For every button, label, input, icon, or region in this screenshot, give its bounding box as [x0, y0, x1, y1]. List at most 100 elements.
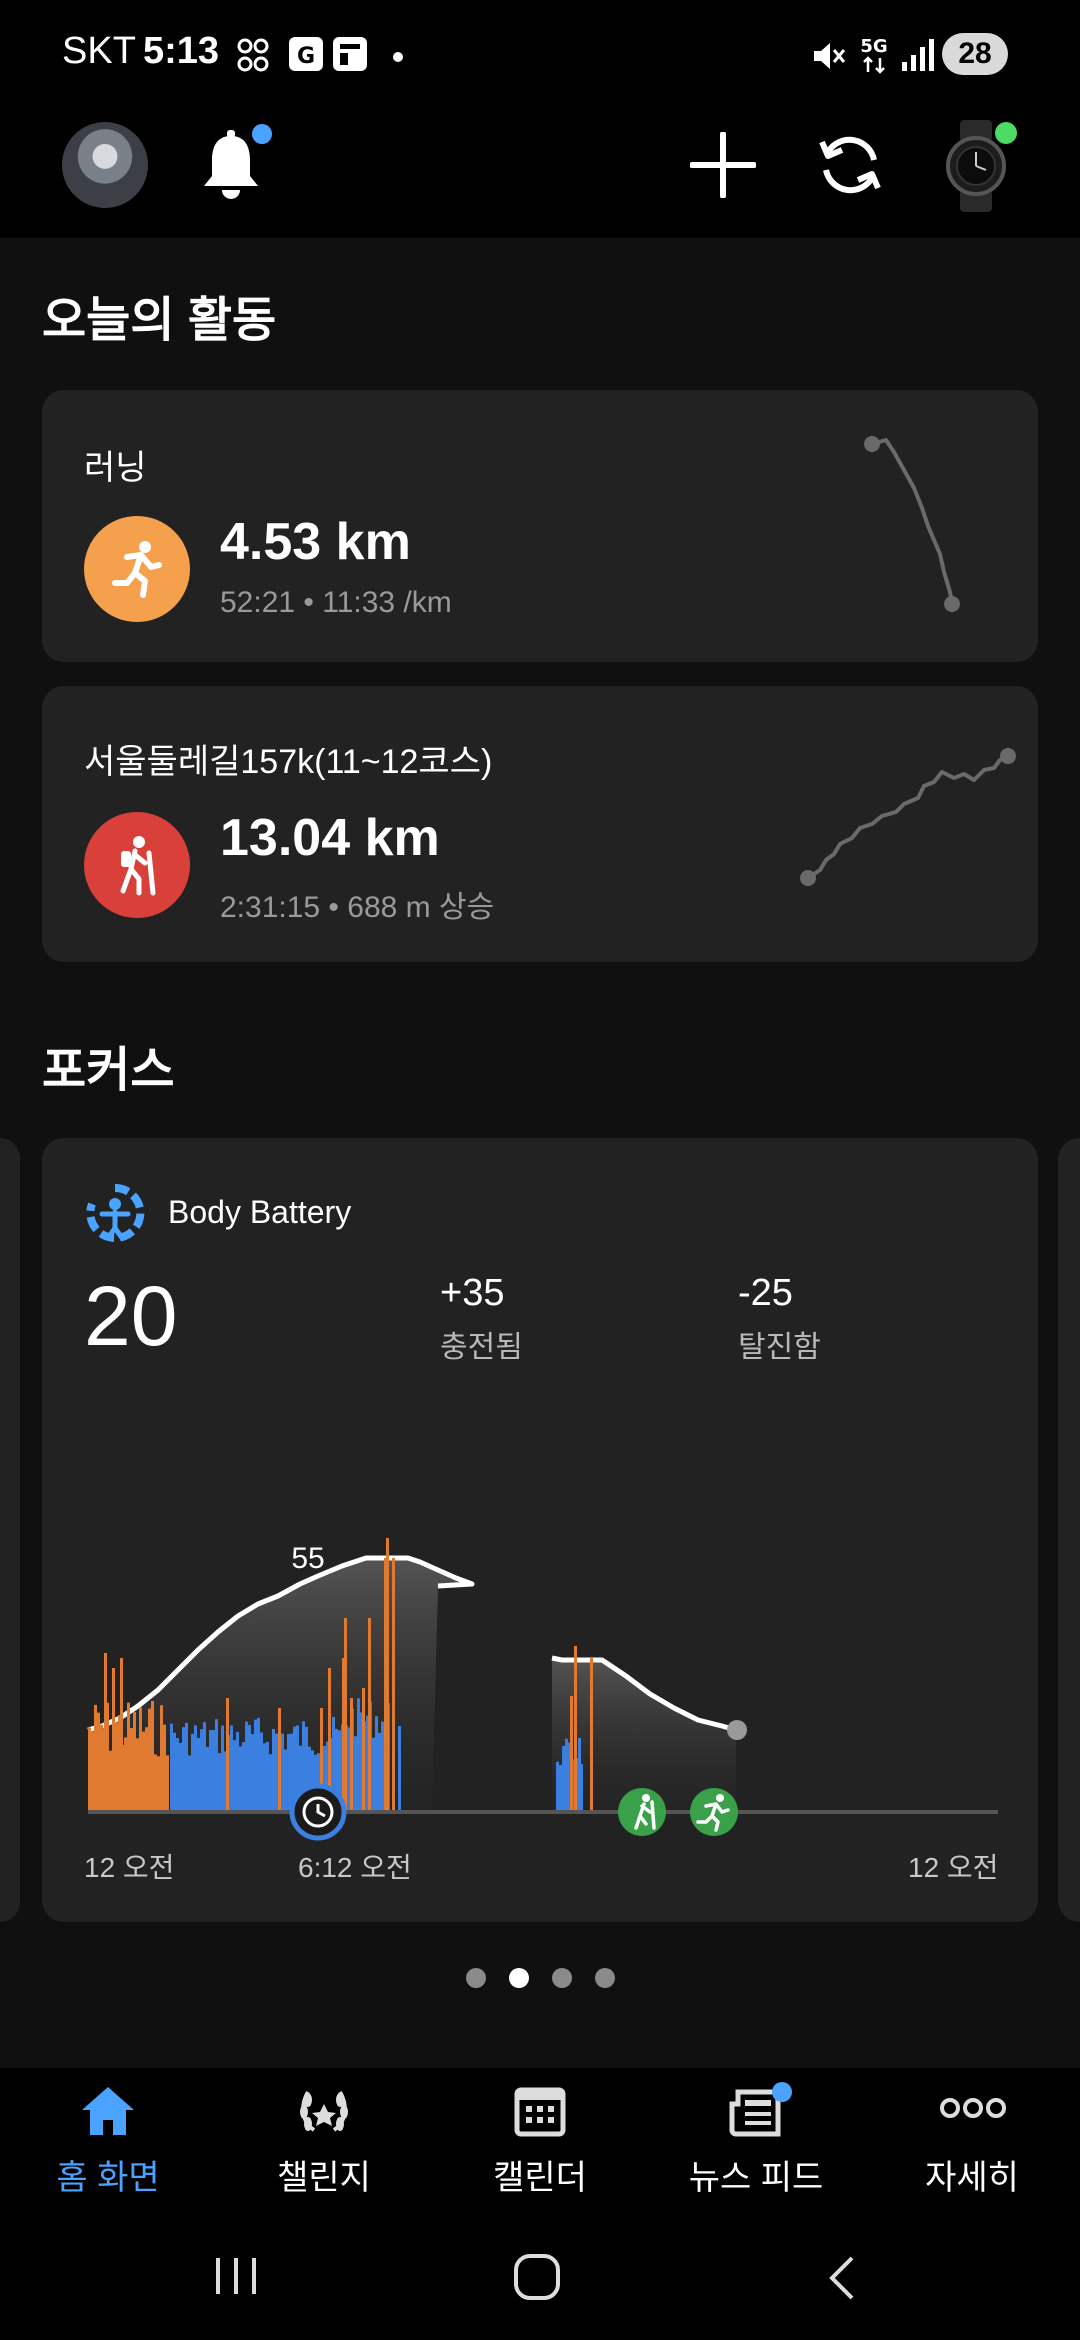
body-battery-card[interactable]: Body Battery 20 +35 충전됨 -25 탈진함 55 12 오전… — [42, 1138, 1038, 1922]
nav-calendar[interactable]: 캘린더 — [432, 2068, 648, 2198]
stress-bar — [194, 1725, 197, 1812]
nav-home[interactable]: 홈 화면 — [0, 2068, 216, 2198]
recent-apps-icon[interactable] — [212, 2254, 260, 2298]
stress-bar — [160, 1705, 163, 1812]
status-carrier: SKT — [62, 30, 136, 72]
pager-dot-active[interactable] — [509, 1968, 529, 1988]
stress-bar — [248, 1724, 251, 1812]
stress-bar — [127, 1702, 130, 1812]
body-battery-chart[interactable]: 55 — [42, 1138, 1038, 1922]
x-axis-label-start: 12 오전 — [84, 1852, 175, 1883]
stress-bar — [218, 1753, 221, 1812]
stress-bar — [344, 1618, 347, 1812]
home-button-icon[interactable] — [512, 2252, 564, 2302]
activity-card-run[interactable]: 러닝 4.53 km 52:21 • 11:33 /km — [42, 390, 1038, 662]
pager-dot[interactable] — [595, 1968, 615, 1988]
stress-bar — [112, 1668, 115, 1812]
stress-bar — [133, 1712, 136, 1812]
activity-distance: 4.53 km — [220, 513, 411, 571]
bell-badge — [252, 124, 272, 144]
nav-news-feed[interactable]: 뉴스 피드 — [648, 2068, 864, 2198]
stress-bar — [91, 1731, 94, 1812]
stress-bar — [179, 1742, 182, 1812]
stress-bar — [562, 1745, 565, 1812]
bottom-navigation: 홈 화면 챌린지 캘린더 뉴스 피드 자세히 — [0, 2068, 1080, 2198]
activity-label: 러닝 — [84, 449, 147, 487]
stress-bar — [263, 1743, 266, 1812]
stress-bar — [182, 1727, 185, 1812]
stress-bar — [104, 1653, 107, 1812]
status-time: 5:13 — [143, 30, 220, 72]
focus-pager[interactable] — [466, 1968, 626, 1992]
stress-bar — [350, 1698, 353, 1812]
stress-bar — [251, 1734, 254, 1812]
stress-bar — [578, 1738, 581, 1812]
stress-bar — [188, 1755, 191, 1812]
stress-bar — [398, 1726, 401, 1812]
stress-bar — [354, 1736, 357, 1812]
mute-icon — [814, 43, 846, 69]
stress-bar — [173, 1732, 176, 1812]
stress-bar — [245, 1721, 248, 1812]
stress-bar — [212, 1730, 215, 1812]
nav-label-calendar: 캘린더 — [493, 2159, 587, 2197]
sync-icon[interactable] — [814, 130, 886, 200]
add-icon[interactable] — [690, 132, 756, 198]
sleep-marker[interactable] — [289, 1783, 347, 1841]
run-activity-marker[interactable] — [690, 1788, 738, 1836]
stress-bar — [94, 1704, 97, 1812]
stress-bar — [206, 1746, 209, 1812]
focus-section-title: 포커스 — [42, 1044, 175, 1097]
nav-more[interactable]: 자세히 — [864, 2068, 1080, 2198]
stress-bar — [236, 1732, 239, 1812]
nav-challenges[interactable]: 챌린지 — [216, 2068, 432, 2198]
route-map-thumbnail — [864, 436, 960, 612]
pager-dot[interactable] — [466, 1968, 486, 1988]
route-map-thumbnail — [800, 748, 1016, 886]
stress-bar — [233, 1740, 236, 1812]
back-icon[interactable] — [822, 2254, 862, 2302]
news-feed-badge — [772, 2082, 792, 2102]
stress-bar — [97, 1712, 100, 1812]
stress-bar — [381, 1721, 384, 1812]
avatar[interactable] — [62, 122, 148, 208]
stress-bar — [260, 1732, 263, 1812]
prev-focus-card-peek[interactable] — [0, 1138, 20, 1922]
stress-bar — [166, 1755, 169, 1812]
more-icon — [940, 2098, 1006, 2118]
x-axis-label-end: 12 오전 — [908, 1852, 999, 1883]
battery-level: 28 — [942, 33, 1008, 75]
activity-distance: 13.04 km — [220, 809, 440, 867]
stress-bar — [392, 1558, 395, 1812]
activity-summary: 52:21 • 11:33 /km — [220, 586, 452, 619]
stress-bar — [145, 1727, 148, 1812]
activity-card-hike[interactable]: 서울둘레길157k(11~12코스) 13.04 km 2:31:15 • 68… — [42, 686, 1038, 962]
watch-connected-dot — [995, 122, 1017, 144]
x-axis-label-sleep: 6:12 오전 — [298, 1852, 412, 1883]
stress-bar — [272, 1728, 275, 1812]
svg-text:5G: 5G — [860, 36, 887, 57]
stress-bar — [368, 1618, 371, 1812]
stress-bar — [139, 1707, 142, 1812]
next-focus-card-peek[interactable] — [1058, 1138, 1080, 1922]
stress-bar — [281, 1733, 284, 1812]
stress-bar — [378, 1732, 381, 1812]
hike-activity-marker[interactable] — [618, 1788, 666, 1836]
stress-bar — [100, 1724, 103, 1812]
stress-bar — [109, 1750, 112, 1812]
stress-bar — [590, 1658, 593, 1812]
stress-bar — [275, 1733, 278, 1812]
stress-bar — [278, 1708, 281, 1812]
stress-bar — [163, 1724, 166, 1812]
stress-bar — [230, 1725, 233, 1812]
stress-bar — [130, 1727, 133, 1812]
system-navigation-bar — [0, 2198, 1080, 2340]
nav-label-news-feed: 뉴스 피드 — [688, 2159, 824, 2197]
stress-bar — [185, 1722, 188, 1812]
pager-dot[interactable] — [552, 1968, 572, 1988]
top-app-bar — [0, 110, 1080, 238]
stress-bar — [239, 1746, 242, 1812]
stress-bar — [154, 1754, 157, 1812]
peak-label: 55 — [291, 1542, 324, 1575]
nav-label-more: 자세히 — [925, 2159, 1019, 2197]
